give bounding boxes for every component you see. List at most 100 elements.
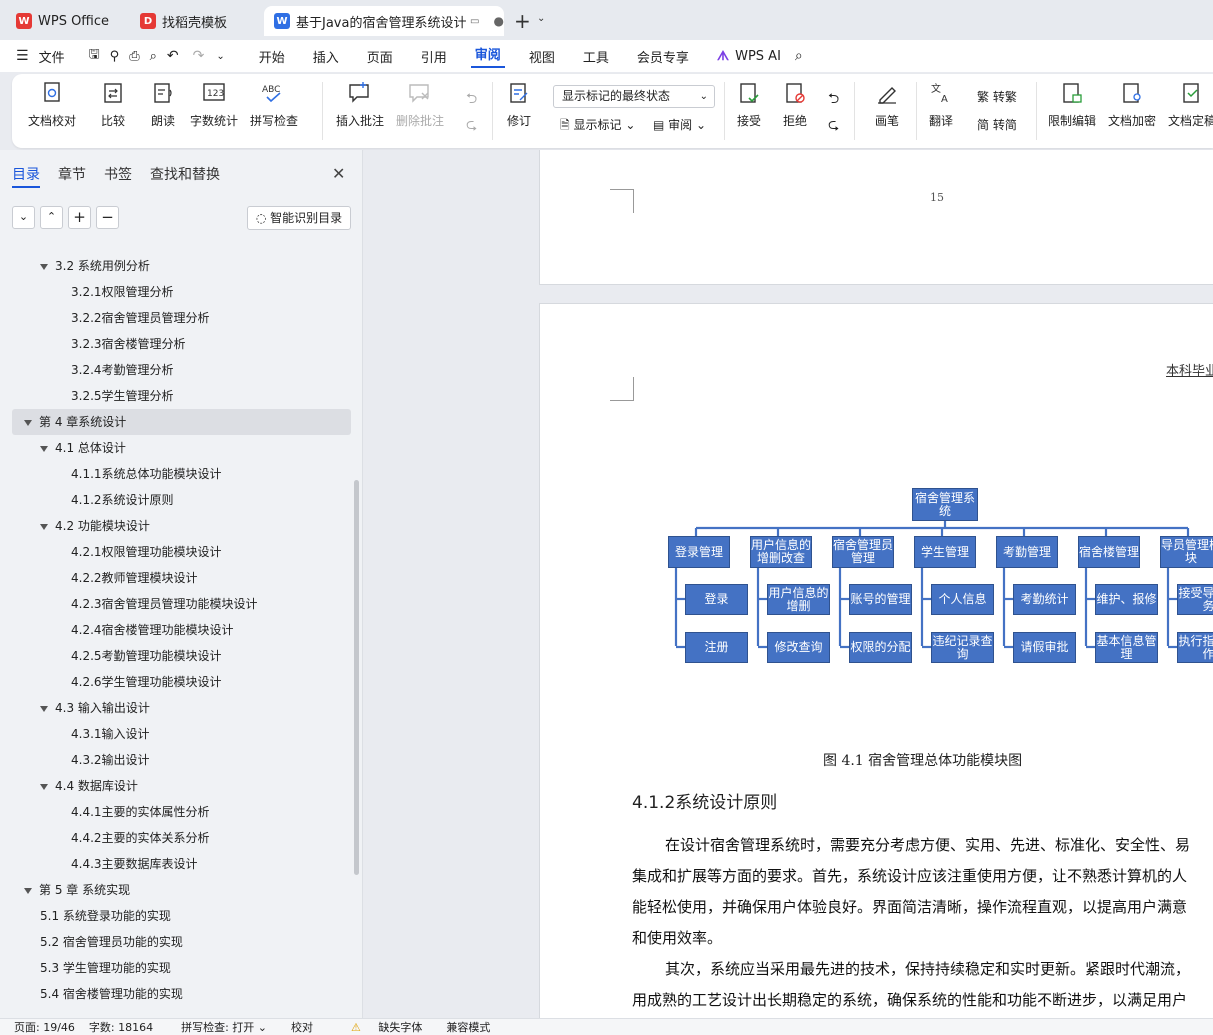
tab-dot-icon[interactable]: ● bbox=[493, 14, 503, 28]
revise-button[interactable]: 修订 bbox=[506, 80, 532, 129]
restrict-edit-button[interactable]: 限制编辑 bbox=[1048, 80, 1096, 129]
toc-scrollbar[interactable] bbox=[354, 480, 359, 875]
next-comment-icon[interactable]: ⮎ bbox=[466, 114, 477, 138]
toc-item[interactable]: 4.2.3宿舍管理员管理功能模块设计 bbox=[71, 591, 258, 617]
prev-change-icon[interactable]: ⮌ bbox=[828, 88, 839, 112]
toc-item[interactable]: 3.2.3宿舍楼管理分析 bbox=[71, 331, 186, 357]
toc-item[interactable]: 5.4 宿舍楼管理功能的实现 bbox=[40, 981, 183, 1007]
prev-comment-icon[interactable]: ⮌ bbox=[466, 88, 477, 112]
toc-item[interactable]: 4.4.2主要的实体关系分析 bbox=[71, 825, 210, 851]
accept-button[interactable]: 接受 bbox=[736, 80, 762, 129]
nav-tab-toc[interactable]: 目录 bbox=[12, 164, 40, 184]
tab-wps-office[interactable]: W WPS Office bbox=[6, 6, 124, 36]
remove-heading-button[interactable]: − bbox=[96, 206, 119, 229]
status-word-count[interactable]: 字数: 18164 bbox=[89, 1019, 153, 1035]
print-icon[interactable]: ⎙ bbox=[129, 49, 139, 64]
reject-button[interactable]: 拒绝 bbox=[782, 80, 808, 129]
toc-item[interactable]: 4.2.4宿舍楼管理功能模块设计 bbox=[71, 617, 234, 643]
translate-button[interactable]: 文A 翻译 bbox=[928, 80, 954, 129]
word-count-button[interactable]: 123 字数统计 bbox=[190, 80, 238, 129]
menu-file[interactable]: 文件 bbox=[35, 47, 69, 66]
finalize-button[interactable]: 文档定稿 bbox=[1168, 80, 1213, 129]
status-compat-mode[interactable]: 兼容模式 bbox=[446, 1019, 490, 1035]
menu-review[interactable]: 审阅 bbox=[470, 44, 505, 68]
hamburger-icon[interactable]: ☰ bbox=[16, 48, 29, 64]
status-missing-font[interactable]: ⚠ 缺失字体 bbox=[337, 1019, 422, 1035]
toc-item[interactable]: 5.2 宿舍管理员功能的实现 bbox=[40, 929, 183, 955]
toc-item[interactable]: 4.1 总体设计 bbox=[40, 435, 126, 461]
toc-item[interactable]: 3.2 系统用例分析 bbox=[40, 253, 150, 279]
expand-up-button[interactable]: ⌃ bbox=[40, 206, 63, 229]
new-tab-button[interactable]: + bbox=[514, 9, 531, 33]
toc-item[interactable]: 5.1 系统登录功能的实现 bbox=[40, 903, 171, 929]
show-markup-button[interactable]: 🗎 显示标记 ⌄ bbox=[560, 116, 635, 137]
menu-tools[interactable]: 工具 bbox=[579, 47, 613, 66]
toc-item[interactable]: 4.3.1输入设计 bbox=[71, 721, 150, 747]
chevron-down-icon[interactable]: ⌄ bbox=[537, 13, 545, 24]
nav-tab-bookmarks[interactable]: 书签 bbox=[104, 164, 132, 184]
toc-item[interactable]: 第 4 章系统设计 bbox=[12, 409, 351, 435]
nav-tab-chapters[interactable]: 章节 bbox=[58, 164, 86, 184]
search-icon[interactable]: ⌕ bbox=[795, 48, 803, 64]
expand-triangle-icon[interactable] bbox=[40, 263, 48, 270]
menu-view[interactable]: 视图 bbox=[525, 47, 559, 66]
tab-document[interactable]: W 基于Java的宿舍管理系统设计与 ▭ ● bbox=[264, 6, 504, 36]
status-spell-check[interactable]: 拼写检查: 打开 ⌄ bbox=[167, 1019, 267, 1035]
pen-button[interactable]: 画笔 bbox=[874, 80, 900, 129]
toc-item[interactable]: 4.2.2教师管理模块设计 bbox=[71, 565, 198, 591]
close-pane-icon[interactable]: ✕ bbox=[332, 164, 345, 183]
menu-reference[interactable]: 引用 bbox=[417, 47, 451, 66]
toc-item[interactable]: 3.2.1权限管理分析 bbox=[71, 279, 174, 305]
menu-home[interactable]: 开始 bbox=[255, 47, 289, 66]
nav-tab-find-replace[interactable]: 查找和替换 bbox=[150, 164, 220, 184]
toc-item[interactable]: 4.2 功能模块设计 bbox=[40, 513, 150, 539]
expand-triangle-icon[interactable] bbox=[40, 705, 48, 712]
spell-check-button[interactable]: ABC 拼写检查 bbox=[250, 80, 298, 129]
toc-item[interactable]: 4.2.5考勤管理功能模块设计 bbox=[71, 643, 222, 669]
expand-triangle-icon[interactable] bbox=[40, 445, 48, 452]
toc-item[interactable]: 3.2.4考勤管理分析 bbox=[71, 357, 174, 383]
menu-page[interactable]: 页面 bbox=[363, 47, 397, 66]
add-heading-button[interactable]: + bbox=[68, 206, 91, 229]
save-icon[interactable]: 🖫 bbox=[89, 45, 100, 67]
monitor-icon[interactable]: ▭ bbox=[470, 16, 479, 27]
expand-triangle-icon[interactable] bbox=[24, 419, 32, 426]
delete-comment-button[interactable]: 删除批注 bbox=[396, 80, 444, 129]
next-change-icon[interactable]: ⮎ bbox=[828, 114, 839, 138]
print-preview-icon[interactable]: ⌕ bbox=[150, 49, 157, 64]
read-aloud-button[interactable]: 朗读 bbox=[150, 80, 176, 129]
compare-button[interactable]: 比较 bbox=[100, 80, 126, 129]
expand-triangle-icon[interactable] bbox=[40, 523, 48, 530]
toc-item[interactable]: 4.2.1权限管理功能模块设计 bbox=[71, 539, 222, 565]
collapse-all-button[interactable]: ⌄ bbox=[12, 206, 35, 229]
toc-item[interactable]: 4.4.1主要的实体属性分析 bbox=[71, 799, 210, 825]
expand-triangle-icon[interactable] bbox=[40, 783, 48, 790]
markup-dropdown[interactable]: 显示标记的最终状态 ⌄ bbox=[553, 85, 715, 108]
toc-item[interactable]: 4.3.2输出设计 bbox=[71, 747, 150, 773]
to-simplified-button[interactable]: 简 转简 bbox=[977, 116, 1017, 133]
toc-item[interactable]: 4.3 输入输出设计 bbox=[40, 695, 150, 721]
toc-item[interactable]: 第 5 章 系统实现 bbox=[24, 877, 130, 903]
tab-templates[interactable]: D 找稻壳模板 bbox=[130, 6, 258, 36]
insert-comment-button[interactable]: 插入批注 bbox=[336, 80, 384, 129]
toc-item[interactable]: 4.1.2系统设计原则 bbox=[71, 487, 174, 513]
undo-icon[interactable]: ↶ bbox=[167, 48, 179, 64]
expand-triangle-icon[interactable] bbox=[24, 887, 32, 894]
redo-icon[interactable]: ↷ bbox=[193, 48, 205, 64]
smart-toc-button[interactable]: ◌ 智能识别目录 bbox=[247, 206, 351, 230]
share-icon[interactable]: ⚲ bbox=[110, 49, 120, 64]
status-proof[interactable]: 校对 bbox=[291, 1019, 313, 1035]
toc-item[interactable]: 3.2.2宿舍管理员管理分析 bbox=[71, 305, 210, 331]
menu-member[interactable]: 会员专享 bbox=[633, 47, 693, 66]
doc-check-button[interactable]: 文档校对 bbox=[28, 80, 76, 129]
toc-item[interactable]: 4.1.1系统总体功能模块设计 bbox=[71, 461, 222, 487]
toc-item[interactable]: 4.2.6学生管理功能模块设计 bbox=[71, 669, 222, 695]
encrypt-button[interactable]: 文档加密 bbox=[1108, 80, 1156, 129]
review-pane-button[interactable]: ▤ 审阅 ⌄ bbox=[653, 116, 706, 133]
more-chevron-icon[interactable]: ⌄ bbox=[216, 51, 224, 62]
toc-item[interactable]: 5.3 学生管理功能的实现 bbox=[40, 955, 171, 981]
toc-item[interactable]: 3.2.5学生管理分析 bbox=[71, 383, 174, 409]
menu-wps-ai[interactable]: WPS AI bbox=[731, 49, 785, 64]
to-traditional-button[interactable]: 繁 转繁 bbox=[977, 88, 1017, 105]
toc-item[interactable]: 4.4 数据库设计 bbox=[40, 773, 138, 799]
